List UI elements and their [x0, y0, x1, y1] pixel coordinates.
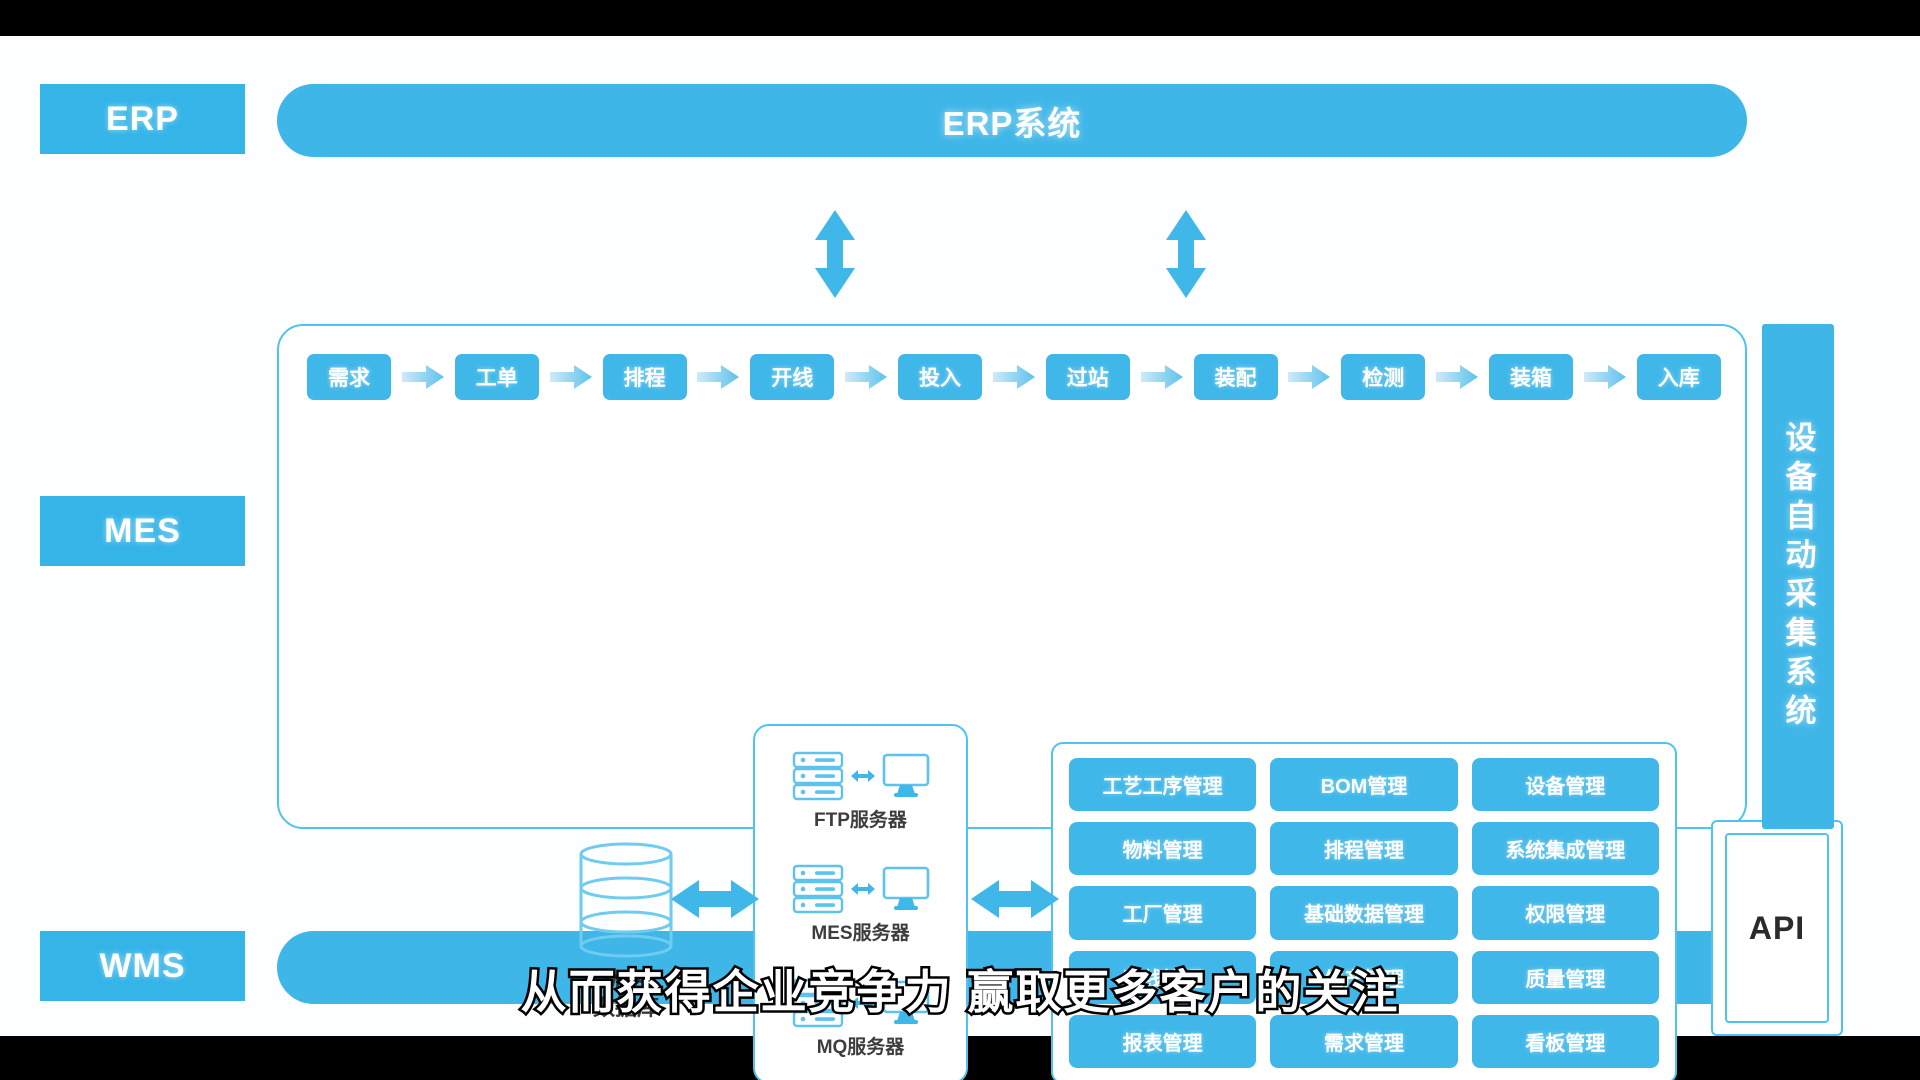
- diagram-canvas: ERP MES WMS ERP系统 需求 工单 排程 开线 投入 过站 装配 检…: [0, 36, 1920, 1080]
- flow-step[interactable]: 入库: [1636, 354, 1721, 400]
- module-chip[interactable]: 工艺工序管理: [1069, 758, 1257, 812]
- flow-step[interactable]: 工单: [454, 354, 539, 400]
- horizontal-double-arrow-icon: [971, 880, 1059, 918]
- mes-container: 需求 工单 排程 开线 投入 过站 装配 检测 装箱 入库 MES 数据库 FT…: [277, 324, 1843, 1080]
- api-box: API: [1711, 820, 1843, 1036]
- server-label-ftp: FTP服务器: [814, 810, 907, 832]
- flow-step[interactable]: 投入: [898, 354, 982, 400]
- vertical-double-arrow-icon: [815, 210, 855, 298]
- flow-arrow-icon: [1436, 365, 1479, 389]
- server-row-mq: MQ服务器: [791, 976, 931, 1059]
- server-rack-icon: [792, 751, 843, 801]
- category-label-mes-text: MES: [104, 511, 181, 550]
- monitor-icon: [882, 753, 929, 798]
- module-chip[interactable]: 系统集成管理: [1471, 822, 1659, 876]
- module-chip[interactable]: 开线管理: [1069, 950, 1257, 1004]
- flow-arrow-icon: [549, 365, 592, 389]
- category-label-erp-text: ERP: [106, 99, 179, 138]
- video-frame: ERP MES WMS ERP系统 需求 工单 排程 开线 投入 过站 装配 检…: [0, 0, 1920, 1080]
- module-chip[interactable]: 物料管理: [1069, 822, 1257, 876]
- erp-system-bar-title: ERP系统: [942, 104, 1082, 142]
- monitor-icon: [882, 867, 929, 911]
- category-label-erp: ERP: [40, 84, 245, 154]
- category-label-wms-text: WMS: [99, 946, 186, 985]
- flow-arrow-icon: [1140, 365, 1183, 389]
- module-chip[interactable]: 基础数据管理: [1270, 886, 1458, 940]
- flow-step[interactable]: 开线: [750, 354, 835, 400]
- category-label-wms: WMS: [40, 931, 245, 1001]
- flow-step[interactable]: 需求: [307, 354, 391, 400]
- flow-arrow-icon: [845, 365, 888, 389]
- module-chip[interactable]: 工厂管理: [1069, 886, 1257, 940]
- mes-database: MES 数据库: [567, 841, 685, 1020]
- server-rack-icon: [792, 865, 843, 914]
- server-label-mes: MES服务器: [811, 923, 910, 945]
- mes-database-caption: MES 数据库: [567, 970, 685, 1020]
- bidirectional-arrow-icon: [850, 770, 875, 783]
- flow-arrow-icon: [697, 365, 740, 389]
- server-rack-icon: [792, 978, 843, 1028]
- mes-database-caption-line2: 数据库: [592, 994, 659, 1020]
- flow-step[interactable]: 排程: [602, 354, 687, 400]
- monitor-icon: [882, 980, 929, 1024]
- module-chip[interactable]: 排程管理: [1270, 822, 1458, 876]
- server-panel: FTP服务器 MES服务器 MQ服务器: [753, 724, 968, 1080]
- bidirectional-arrow-icon: [850, 996, 875, 1009]
- equipment-data-collection-panel: 设备自动采集系统: [1762, 324, 1834, 829]
- horizontal-double-arrow-icon: [671, 880, 759, 918]
- module-chip[interactable]: 报表管理: [1069, 1014, 1257, 1068]
- production-flow: 需求 工单 排程 开线 投入 过站 装配 检测 装箱 入库: [297, 348, 1731, 406]
- api-label: API: [1748, 909, 1806, 946]
- module-chip[interactable]: 权限管理: [1471, 886, 1659, 940]
- module-chip[interactable]: BOM管理: [1270, 758, 1458, 812]
- module-chip[interactable]: 生产管理: [1270, 950, 1458, 1004]
- server-label-mq: MQ服务器: [816, 1036, 905, 1058]
- module-chip[interactable]: 需求管理: [1270, 1014, 1458, 1068]
- module-chip[interactable]: 看板管理: [1471, 1014, 1659, 1068]
- flow-step[interactable]: 装配: [1193, 354, 1278, 400]
- bidirectional-arrow-icon: [850, 883, 875, 896]
- equipment-data-collection-label: 设备自动采集系统: [1780, 420, 1816, 733]
- module-chip[interactable]: 质量管理: [1471, 950, 1659, 1004]
- flow-step[interactable]: 过站: [1045, 354, 1130, 400]
- server-row-mes: MES服务器: [791, 862, 931, 945]
- module-grid: 工艺工序管理 BOM管理 设备管理 物料管理 排程管理 系统集成管理 工厂管理 …: [1051, 742, 1677, 1080]
- api-box-inner: API: [1725, 833, 1829, 1023]
- flow-step[interactable]: 检测: [1341, 354, 1426, 400]
- flow-arrow-icon: [1583, 365, 1626, 389]
- flow-arrow-icon: [1288, 365, 1331, 389]
- module-chip[interactable]: 设备管理: [1471, 758, 1659, 812]
- flow-arrow-icon: [992, 365, 1035, 389]
- flow-step[interactable]: 装箱: [1489, 354, 1573, 400]
- vertical-double-arrow-icon: [1166, 210, 1206, 298]
- erp-system-bar: ERP系统: [277, 84, 1747, 157]
- category-label-mes: MES: [40, 496, 245, 566]
- database-cylinder-icon: [579, 842, 673, 958]
- server-row-ftp: FTP服务器: [791, 749, 931, 832]
- mes-database-caption-line1: MES: [602, 970, 650, 995]
- flow-arrow-icon: [401, 365, 444, 389]
